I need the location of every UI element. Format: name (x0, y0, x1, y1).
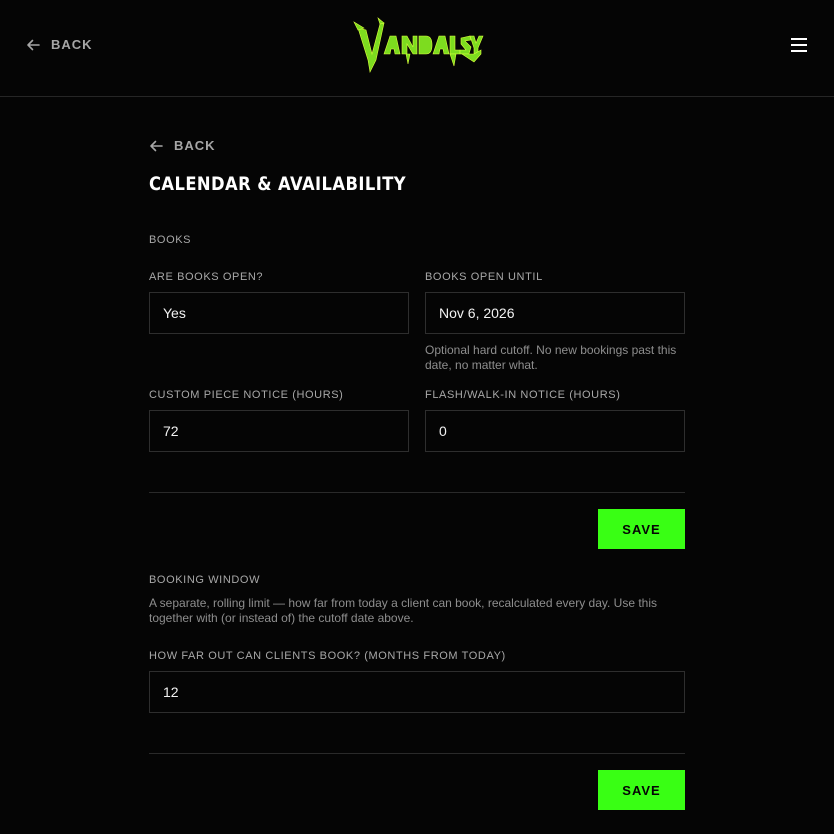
custom-notice-label: CUSTOM PIECE NOTICE (HOURS) (149, 389, 344, 401)
months-out-input[interactable]: 12 (149, 671, 685, 713)
are-books-open-label: ARE BOOKS OPEN? (149, 271, 264, 283)
arrow-left-icon (27, 39, 40, 50)
booking-window-section-label: BOOKING WINDOW (149, 574, 261, 586)
custom-notice-input[interactable]: 72 (149, 410, 409, 452)
logo-graphic (353, 17, 484, 73)
page-title: CALENDAR & AVAILABILITY (149, 173, 407, 195)
booking-window-save-button[interactable]: SAVE (598, 770, 685, 810)
books-open-until-helper: Optional hard cutoff. No new bookings pa… (425, 343, 677, 372)
books-section-label: BOOKS (149, 234, 192, 246)
books-open-until-value: Nov 6, 2026 (439, 305, 515, 321)
header-back-button[interactable]: BACK (26, 37, 93, 52)
hamburger-menu-icon[interactable] (791, 38, 807, 52)
are-books-open-value: Yes (163, 305, 186, 321)
are-books-open-select[interactable]: Yes (149, 292, 409, 334)
header-back-label: BACK (51, 37, 93, 52)
flash-notice-label: FLASH/WALK-IN NOTICE (HOURS) (425, 389, 621, 401)
top-bar: BACK (0, 0, 834, 97)
months-out-value: 12 (163, 684, 179, 700)
booking-window-description: A separate, rolling limit — how far from… (149, 596, 658, 625)
arrow-left-icon (150, 140, 163, 151)
page-back-button[interactable]: BACK (149, 138, 216, 153)
page-back-label: BACK (174, 138, 216, 153)
books-divider (149, 492, 685, 493)
vandalsyn-logo[interactable] (350, 14, 484, 74)
custom-notice-value: 72 (163, 423, 179, 439)
books-open-until-label: BOOKS OPEN UNTIL (425, 271, 543, 283)
books-open-until-date-input[interactable]: Nov 6, 2026 (425, 292, 685, 334)
flash-notice-value: 0 (439, 423, 447, 439)
flash-notice-input[interactable]: 0 (425, 410, 685, 452)
booking-window-divider (149, 753, 685, 754)
months-out-label: HOW FAR OUT CAN CLIENTS BOOK? (MONTHS FR… (149, 650, 506, 662)
books-save-button[interactable]: SAVE (598, 509, 685, 549)
